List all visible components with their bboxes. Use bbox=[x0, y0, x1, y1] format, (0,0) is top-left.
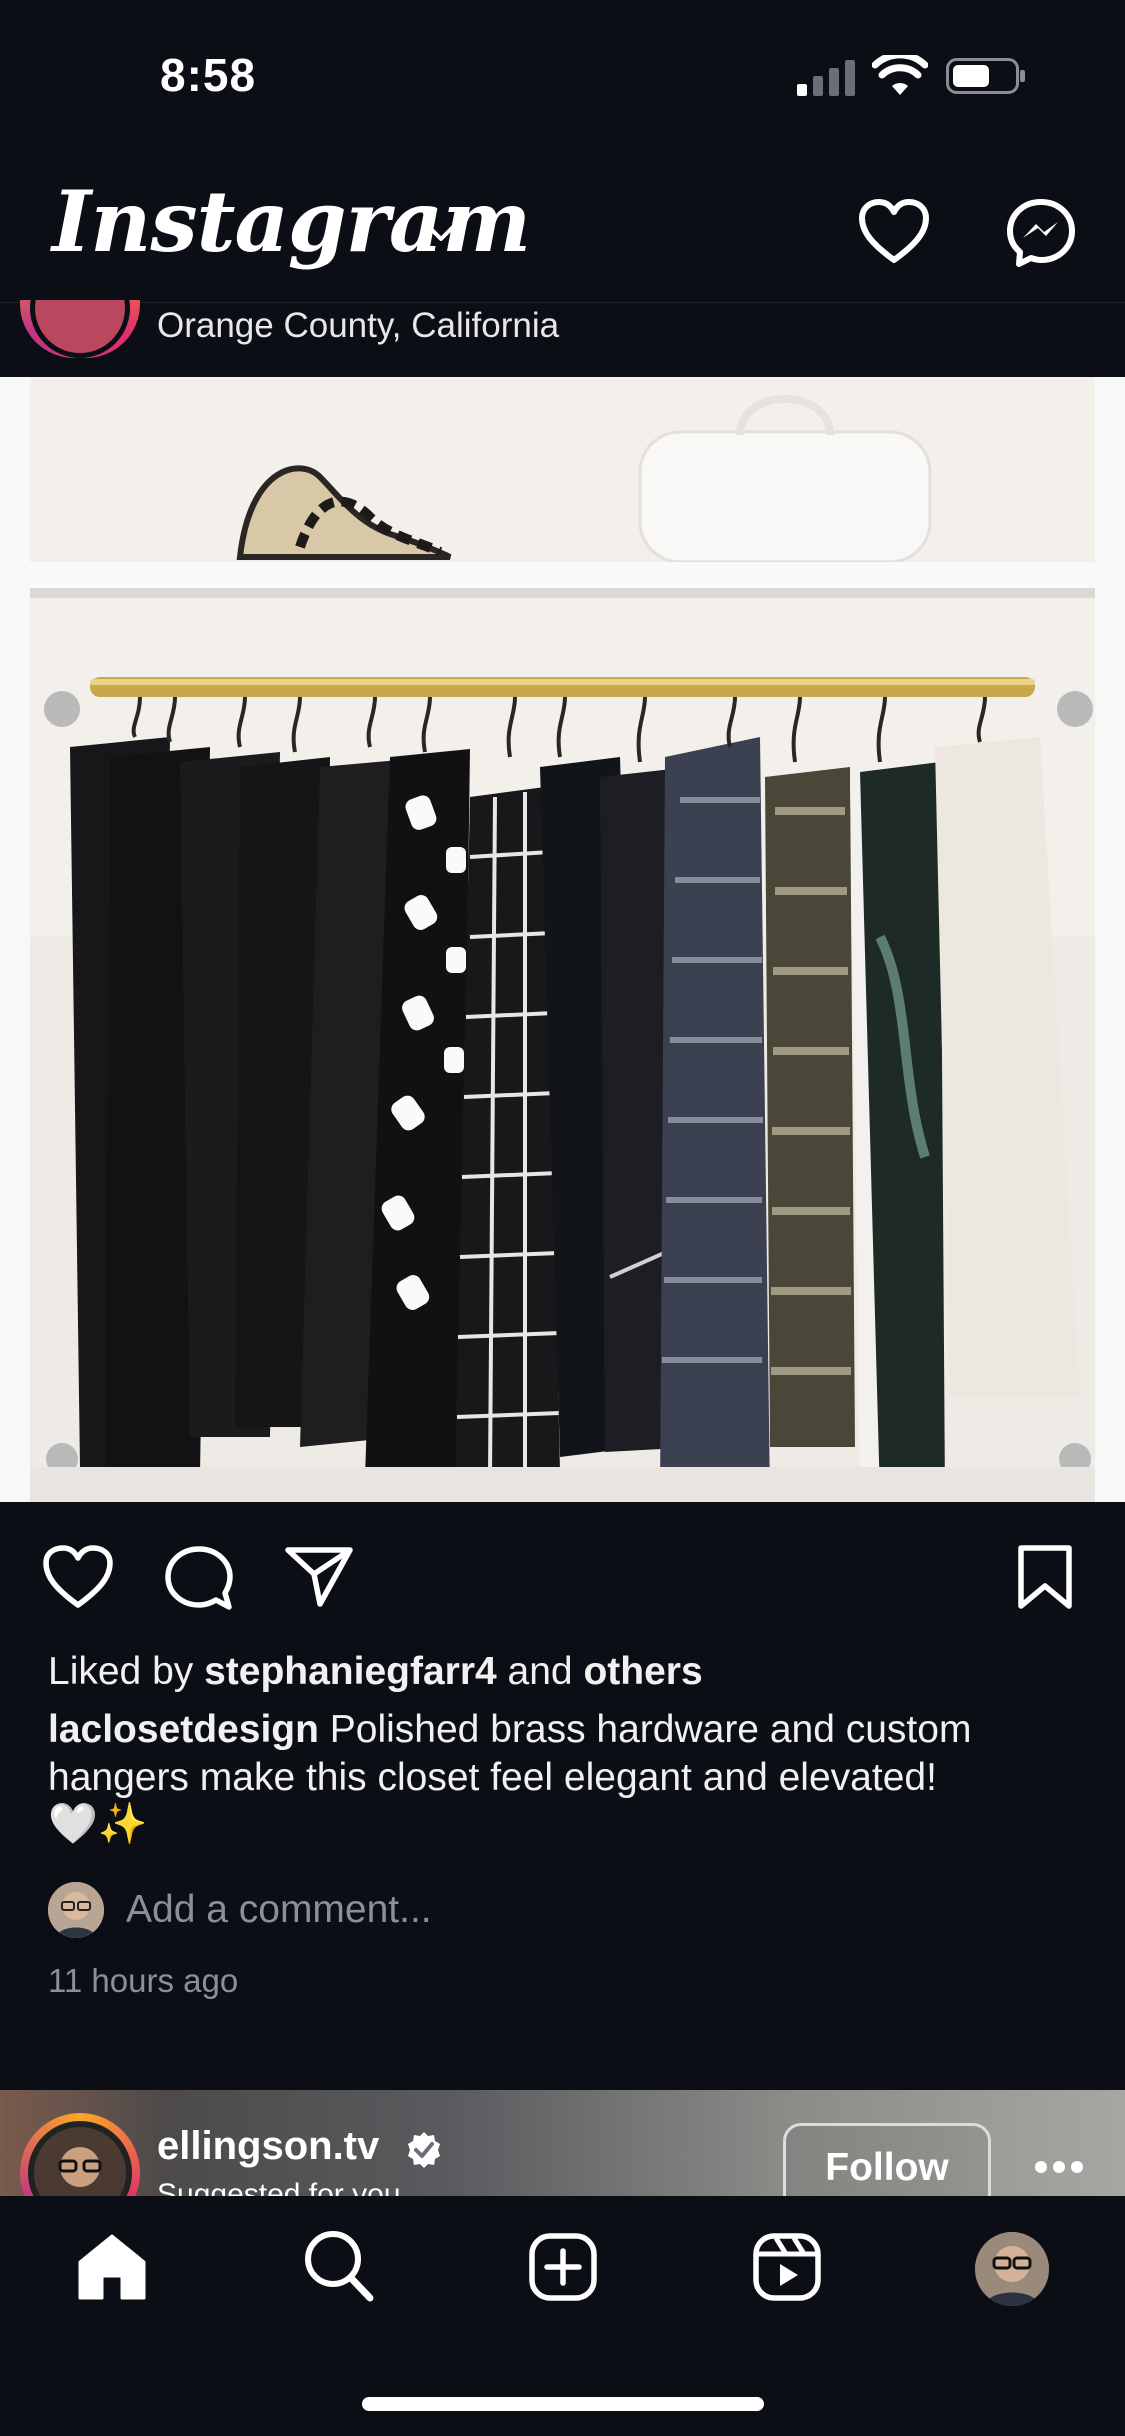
search-icon[interactable] bbox=[302, 2228, 374, 2302]
post-timestamp: 11 hours ago bbox=[48, 1962, 239, 1999]
caption-username[interactable]: laclosetdesign bbox=[48, 1708, 319, 1751]
header-divider bbox=[0, 302, 1125, 303]
likes-prefix: Liked by bbox=[48, 1650, 205, 1693]
post-avatar[interactable] bbox=[30, 300, 130, 358]
post-location[interactable]: Orange County, California bbox=[157, 306, 559, 346]
likes-and: and bbox=[496, 1650, 584, 1693]
wifi-icon bbox=[872, 55, 928, 95]
instagram-logo[interactable]: Instagram bbox=[52, 172, 531, 271]
add-icon[interactable] bbox=[528, 2232, 598, 2302]
cellular-signal-icon bbox=[797, 60, 855, 96]
battery-icon bbox=[946, 58, 1025, 94]
home-icon[interactable] bbox=[76, 2232, 148, 2302]
like-button[interactable] bbox=[42, 1545, 114, 1609]
share-button[interactable] bbox=[284, 1544, 354, 1608]
chevron-down-icon[interactable] bbox=[424, 222, 458, 244]
messenger-icon[interactable] bbox=[1006, 198, 1076, 268]
next-post-username[interactable]: ellingson.tv bbox=[157, 2124, 379, 2169]
liked-by-user[interactable]: stephaniegfarr4 bbox=[204, 1650, 497, 1693]
status-time: 8:58 bbox=[160, 49, 257, 101]
save-button[interactable] bbox=[1016, 1544, 1074, 1610]
liked-by-others[interactable]: others bbox=[583, 1650, 702, 1693]
reels-icon[interactable] bbox=[752, 2232, 822, 2302]
profile-avatar[interactable] bbox=[975, 2232, 1049, 2306]
verified-badge-icon bbox=[408, 2132, 440, 2168]
post-photo[interactable] bbox=[0, 377, 1125, 1502]
home-indicator[interactable] bbox=[362, 2397, 764, 2411]
closet-photo-illustration bbox=[0, 377, 1125, 1502]
heart-icon[interactable] bbox=[858, 198, 930, 264]
add-comment-input[interactable]: Add a comment... bbox=[126, 1888, 432, 1932]
more-options-icon[interactable] bbox=[1034, 2160, 1084, 2174]
post-caption: laclosetdesign Polished brass hardware a… bbox=[48, 1706, 1088, 1802]
comment-button[interactable] bbox=[164, 1545, 234, 1611]
current-user-avatar bbox=[48, 1882, 104, 1938]
caption-emojis: 🤍✨ bbox=[48, 1802, 148, 1846]
likes-summary[interactable]: Liked by stephaniegfarr4 and others bbox=[48, 1650, 703, 1694]
